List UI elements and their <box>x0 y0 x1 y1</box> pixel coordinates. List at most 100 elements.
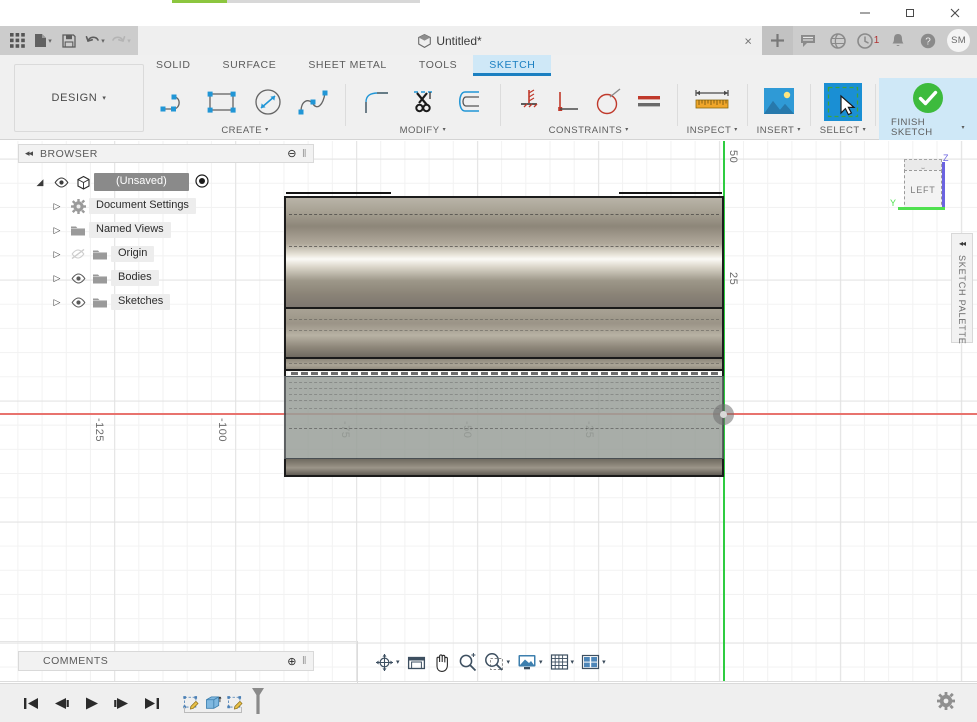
panel-finish-sketch[interactable]: FINISH SKETCH ▾ <box>879 78 977 140</box>
chevron-down-icon[interactable]: ▾ <box>102 94 106 102</box>
look-at-icon[interactable] <box>404 649 429 675</box>
spline-icon[interactable] <box>292 82 336 122</box>
chevron-down-icon[interactable]: ▾ <box>797 127 801 133</box>
ground-constraint-icon[interactable] <box>510 82 548 122</box>
line-icon[interactable] <box>154 82 198 122</box>
bell-icon[interactable] <box>883 26 913 55</box>
tree-item-sketches[interactable]: ▷ Sketches <box>30 290 320 314</box>
save-icon[interactable] <box>56 26 82 55</box>
collapse-left-icon[interactable]: ◂◂ <box>25 148 33 159</box>
browser-header[interactable]: ◂◂ BROWSER ⊖ ‖ <box>18 144 314 163</box>
undo-icon[interactable]: ▾ <box>82 26 108 55</box>
chevron-down-icon[interactable]: ▾ <box>863 127 867 133</box>
chevron-down-icon[interactable]: ▾ <box>127 37 131 45</box>
document-close-icon[interactable]: × <box>744 34 752 47</box>
step-forward-icon[interactable] <box>112 693 130 713</box>
equal-icon[interactable] <box>630 82 668 122</box>
chevron-down-icon[interactable]: ▾ <box>48 37 52 45</box>
view-cube-front-face[interactable]: LEFT <box>904 170 942 210</box>
gear-icon[interactable] <box>937 691 955 715</box>
tree-item-document-settings[interactable]: ▷ Document Settings <box>30 194 320 218</box>
play-icon[interactable] <box>82 693 100 713</box>
panel-select-caption[interactable]: SELECT ▾ <box>820 125 867 141</box>
panel-finish-caption[interactable]: FINISH SKETCH ▾ <box>891 118 965 142</box>
visibility-eye-icon[interactable] <box>50 176 72 188</box>
comments-header[interactable]: COMMENTS ⊕ ‖ <box>18 651 314 671</box>
new-document-icon[interactable]: ▾ <box>30 26 56 55</box>
expand-arrow-icon[interactable]: ▷ <box>47 273 67 284</box>
viewports-icon[interactable]: ▾ <box>578 649 609 675</box>
zoom-window-icon[interactable]: ▾ <box>481 649 514 675</box>
window-minimize-button[interactable] <box>842 0 887 26</box>
chevron-down-icon[interactable]: ▾ <box>265 127 269 133</box>
panel-inspect-caption[interactable]: INSPECT ▾ <box>687 125 738 141</box>
tab-sketch[interactable]: SKETCH <box>473 55 552 76</box>
step-back-icon[interactable] <box>52 693 70 713</box>
chevron-down-icon[interactable]: ▾ <box>507 658 511 666</box>
perpendicular-icon[interactable] <box>550 82 588 122</box>
view-cube[interactable]: ⎵ LEFT Z Y <box>890 153 952 212</box>
expand-arrow-icon[interactable]: ▷ <box>47 225 67 236</box>
new-tab-button[interactable] <box>762 26 793 55</box>
panel-constraints-caption[interactable]: CONSTRAINTS ▾ <box>549 125 629 141</box>
tab-tools[interactable]: TOOLS <box>403 55 473 75</box>
panel-insert-caption[interactable]: INSERT ▾ <box>757 125 801 141</box>
display-settings-icon[interactable]: ▾ <box>514 649 546 675</box>
tab-surface[interactable]: SURFACE <box>207 55 293 75</box>
offset-icon[interactable] <box>447 82 491 122</box>
expand-arrow-icon[interactable]: ▷ <box>47 297 67 308</box>
chevron-down-icon[interactable]: ▾ <box>539 658 543 666</box>
expand-arrow-icon[interactable]: ◢ <box>30 177 50 188</box>
chevron-down-icon[interactable]: ▾ <box>602 658 606 666</box>
visibility-eye-off-icon[interactable] <box>67 248 89 260</box>
expand-arrow-icon[interactable]: ▷ <box>47 201 67 212</box>
measure-ruler-icon[interactable] <box>690 82 734 122</box>
visibility-eye-icon[interactable] <box>67 296 89 308</box>
chevron-down-icon[interactable]: ▾ <box>443 127 447 133</box>
collapse-left-icon[interactable]: ◂◂ <box>959 239 966 248</box>
window-maximize-button[interactable] <box>887 0 932 26</box>
chevron-down-icon[interactable]: ▾ <box>571 658 575 666</box>
tab-solid[interactable]: SOLID <box>140 55 207 75</box>
redo-icon[interactable]: ▾ <box>108 26 134 55</box>
panel-create-caption[interactable]: CREATE ▾ <box>221 125 269 141</box>
expand-arrow-icon[interactable]: ▷ <box>47 249 67 260</box>
notifications-clock-icon[interactable]: 1 <box>853 26 883 55</box>
grid-snap-icon[interactable]: ▾ <box>547 649 578 675</box>
tab-sheet-metal[interactable]: SHEET METAL <box>292 55 403 75</box>
zoom-icon[interactable] <box>455 649 480 675</box>
tree-item-named-views[interactable]: ▷ Named Views <box>30 218 320 242</box>
timeline-end-marker[interactable] <box>250 687 266 720</box>
insert-image-icon[interactable] <box>757 82 801 122</box>
finish-check-icon[interactable] <box>906 78 950 118</box>
origin-point-marker[interactable] <box>713 404 734 425</box>
app-grid-icon[interactable] <box>4 26 30 55</box>
comments-balloon-icon[interactable] <box>793 26 823 55</box>
activate-component-radio[interactable] <box>195 173 209 191</box>
browser-grip-icon[interactable]: ‖ <box>302 148 307 160</box>
help-icon[interactable]: ? <box>913 26 943 55</box>
chevron-down-icon[interactable]: ▾ <box>734 127 738 133</box>
window-close-button[interactable] <box>932 0 977 26</box>
chevron-down-icon[interactable]: ▾ <box>396 658 400 666</box>
comments-grip-icon[interactable]: ‖ <box>302 655 307 667</box>
trim-scissors-icon[interactable] <box>401 82 445 122</box>
visibility-eye-icon[interactable] <box>67 272 89 284</box>
select-cursor-icon[interactable] <box>821 82 865 122</box>
rectangle-icon[interactable] <box>200 82 244 122</box>
tree-item-bodies[interactable]: ▷ Bodies <box>30 266 320 290</box>
pan-hand-icon[interactable] <box>430 649 454 675</box>
tree-item-unsaved[interactable]: ◢ (Unsaved) <box>30 170 320 194</box>
panel-modify-caption[interactable]: MODIFY ▾ <box>400 125 447 141</box>
chevron-down-icon[interactable]: ▾ <box>961 125 965 131</box>
user-avatar[interactable]: SM <box>947 29 970 52</box>
go-to-end-icon[interactable] <box>142 693 160 713</box>
document-tab[interactable]: Untitled* × <box>138 26 762 55</box>
browser-minus-icon[interactable]: ⊖ <box>287 147 297 160</box>
circle-icon[interactable] <box>246 82 290 122</box>
tree-item-origin[interactable]: ▷ Origin <box>30 242 320 266</box>
model-sketch-region[interactable] <box>284 376 724 459</box>
chevron-down-icon[interactable]: ▾ <box>101 37 105 45</box>
tangent-icon[interactable] <box>590 82 628 122</box>
orbit-icon[interactable]: ▾ <box>372 649 403 675</box>
